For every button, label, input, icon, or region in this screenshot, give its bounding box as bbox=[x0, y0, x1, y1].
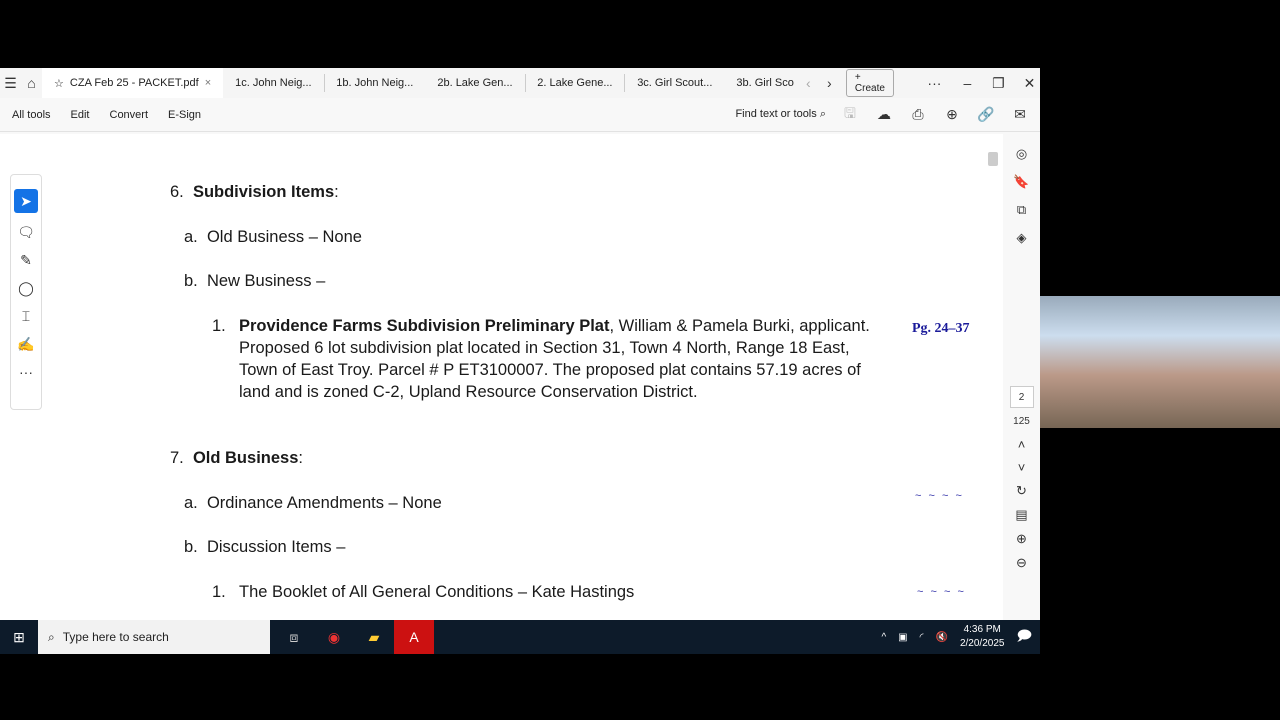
home-icon[interactable]: ⌂ bbox=[21, 75, 42, 91]
bookmark-icon[interactable]: 🔖 bbox=[1013, 174, 1029, 190]
section-7-heading: 7. Old Business: bbox=[170, 449, 303, 467]
chevron-right-icon[interactable]: › bbox=[819, 75, 840, 91]
zoom-in-icon[interactable]: ⊕ bbox=[1016, 531, 1027, 547]
time: 4:36 PM bbox=[963, 624, 1001, 635]
tab[interactable]: 2b. Lake Gen... bbox=[425, 68, 524, 98]
chevron-down-icon[interactable]: ˅ bbox=[1018, 460, 1026, 475]
chevron-up-icon[interactable]: ˄ bbox=[1018, 437, 1026, 452]
lasso-icon[interactable]: ◯ bbox=[18, 280, 34, 297]
more-icon[interactable]: ··· bbox=[924, 75, 945, 91]
section-6-heading: 6. Subdivision Items: bbox=[170, 183, 339, 201]
scroll-thumb[interactable] bbox=[988, 152, 998, 166]
taskbar: ⊞ ⌕ Type here to search ⧈ ◉ ▰ A ^ ▣ ◜ 🔇 4… bbox=[0, 620, 1040, 654]
print-icon[interactable]: ⎙ bbox=[908, 106, 928, 123]
page-total: 125 bbox=[1013, 416, 1030, 427]
item-discussion: b. Discussion Items – bbox=[184, 538, 346, 556]
search-icon: ⌕ bbox=[819, 108, 826, 120]
tab[interactable]: 2. Lake Gene... bbox=[525, 68, 624, 98]
comment-icon[interactable]: 🗨 bbox=[17, 224, 35, 241]
minimize-icon[interactable]: – bbox=[957, 75, 978, 91]
sign-icon[interactable]: ✍ bbox=[17, 336, 34, 353]
item-new-business: b. New Business – bbox=[184, 272, 326, 290]
left-tools-panel: ➤ 🗨 ✎ ◯ ⌶ ✍ ··· bbox=[10, 174, 42, 410]
meeting-video-feed bbox=[1040, 296, 1280, 428]
providence-farms-item: Providence Farms Subdivision Preliminary… bbox=[239, 317, 870, 401]
clock[interactable]: 4:36 PM 2/20/2025 bbox=[960, 623, 1005, 651]
tab[interactable]: 1b. John Neig... bbox=[324, 68, 425, 98]
item-ordinance: a. Ordinance Amendments – None bbox=[184, 494, 442, 512]
create-label: Create bbox=[854, 83, 885, 94]
save-icon[interactable]: 🖫 bbox=[840, 103, 860, 127]
ai-assistant-icon[interactable]: ◎ bbox=[1016, 146, 1027, 162]
notification-icon[interactable]: 🗩 bbox=[1016, 625, 1032, 649]
menu-convert[interactable]: Convert bbox=[110, 109, 149, 121]
toolbar: All tools Edit Convert E-Sign Find text … bbox=[0, 98, 1040, 132]
windows-start-icon[interactable]: ⊞ bbox=[0, 629, 38, 646]
email-icon[interactable]: ✉ bbox=[1010, 106, 1030, 123]
page-number-input[interactable]: 2 bbox=[1009, 386, 1034, 408]
fit-page-icon[interactable]: ▤ bbox=[1015, 507, 1027, 523]
create-button[interactable]: + Create bbox=[845, 69, 894, 97]
zoom-out-icon[interactable]: ⊖ bbox=[1016, 555, 1027, 571]
volume-muted-icon[interactable]: 🔇 bbox=[936, 632, 948, 643]
more-tools-icon[interactable]: ··· bbox=[19, 364, 33, 380]
pages-icon[interactable]: ⧉ bbox=[1017, 202, 1026, 218]
chevron-left-icon[interactable]: ‹ bbox=[798, 75, 819, 91]
menu-edit[interactable]: Edit bbox=[71, 109, 90, 121]
battery-icon[interactable]: ▣ bbox=[898, 632, 907, 643]
restore-icon[interactable]: ❐ bbox=[988, 75, 1009, 92]
page-reference: Pg. 24–37 bbox=[912, 321, 970, 336]
close-window-icon[interactable]: ✕ bbox=[1019, 75, 1040, 92]
search-icon: ⌕ bbox=[48, 629, 55, 644]
acrobat-window: ☰ ⌂ ☆ CZA Feb 25 - PACKET.pdf × 1c. John N… bbox=[0, 68, 1040, 620]
vertical-scrollbar[interactable] bbox=[987, 134, 1001, 620]
date: 2/20/2025 bbox=[959, 638, 1005, 649]
tab[interactable]: 3c. Girl Scout... bbox=[625, 68, 724, 98]
task-view-icon[interactable]: ⧈ bbox=[274, 629, 314, 646]
layers-icon[interactable]: ◈ bbox=[1017, 230, 1027, 246]
tab[interactable]: 1c. John Neig... bbox=[223, 68, 323, 98]
file-explorer-icon[interactable]: ▰ bbox=[354, 629, 394, 646]
find-label: Find text or tools bbox=[735, 108, 817, 120]
search-placeholder: Type here to search bbox=[62, 630, 169, 644]
taskbar-search[interactable]: ⌕ Type here to search bbox=[38, 620, 270, 654]
find-text-button[interactable]: Find text or tools ⌕ bbox=[735, 108, 826, 121]
tab-bar: ☰ ⌂ ☆ CZA Feb 25 - PACKET.pdf × 1c. John N… bbox=[0, 68, 1040, 98]
text-select-icon[interactable]: ⌶ bbox=[22, 308, 30, 325]
tab-active[interactable]: ☆ CZA Feb 25 - PACKET.pdf × bbox=[42, 68, 224, 98]
menu-icon[interactable]: ☰ bbox=[0, 75, 21, 92]
tilde-mark: ~ ~ ~ ~ bbox=[917, 586, 966, 598]
booklet-item: The Booklet of All General Conditions – … bbox=[239, 583, 635, 601]
item-old-business: a. Old Business – None bbox=[184, 228, 362, 246]
close-tab-icon[interactable]: × bbox=[205, 77, 211, 89]
item-number: 1. bbox=[212, 317, 226, 335]
star-icon[interactable]: ☆ bbox=[54, 77, 64, 90]
document-view: 6. Subdivision Items: a. Old Business – … bbox=[0, 134, 1003, 620]
share-user-icon[interactable]: ⊕ bbox=[942, 106, 962, 123]
tab-label: CZA Feb 25 - PACKET.pdf bbox=[69, 77, 199, 89]
menu-esign[interactable]: E-Sign bbox=[168, 109, 201, 121]
upload-cloud-icon[interactable]: ☁ bbox=[874, 106, 894, 123]
link-icon[interactable]: 🔗 bbox=[976, 106, 996, 123]
rotate-icon[interactable]: ↻ bbox=[1016, 483, 1027, 499]
chevron-up-icon[interactable]: ^ bbox=[881, 632, 886, 643]
pen-icon[interactable]: ✎ bbox=[20, 252, 32, 269]
item-number: 1. bbox=[212, 583, 226, 601]
acrobat-icon[interactable]: A bbox=[394, 620, 434, 654]
wifi-icon[interactable]: ◜ bbox=[920, 632, 924, 643]
right-rail: ◎ 🔖 ⧉ ◈ 2 125 ˄ ˅ ↻ ▤ ⊕ ⊖ bbox=[1003, 134, 1040, 620]
select-cursor-icon[interactable]: ➤ bbox=[14, 189, 38, 213]
tab[interactable]: 3b. Girl Sco bbox=[724, 68, 797, 98]
menu-all-tools[interactable]: All tools bbox=[12, 109, 51, 121]
tilde-mark: ~ ~ ~ ~ bbox=[915, 490, 964, 502]
chrome-icon[interactable]: ◉ bbox=[314, 629, 354, 646]
